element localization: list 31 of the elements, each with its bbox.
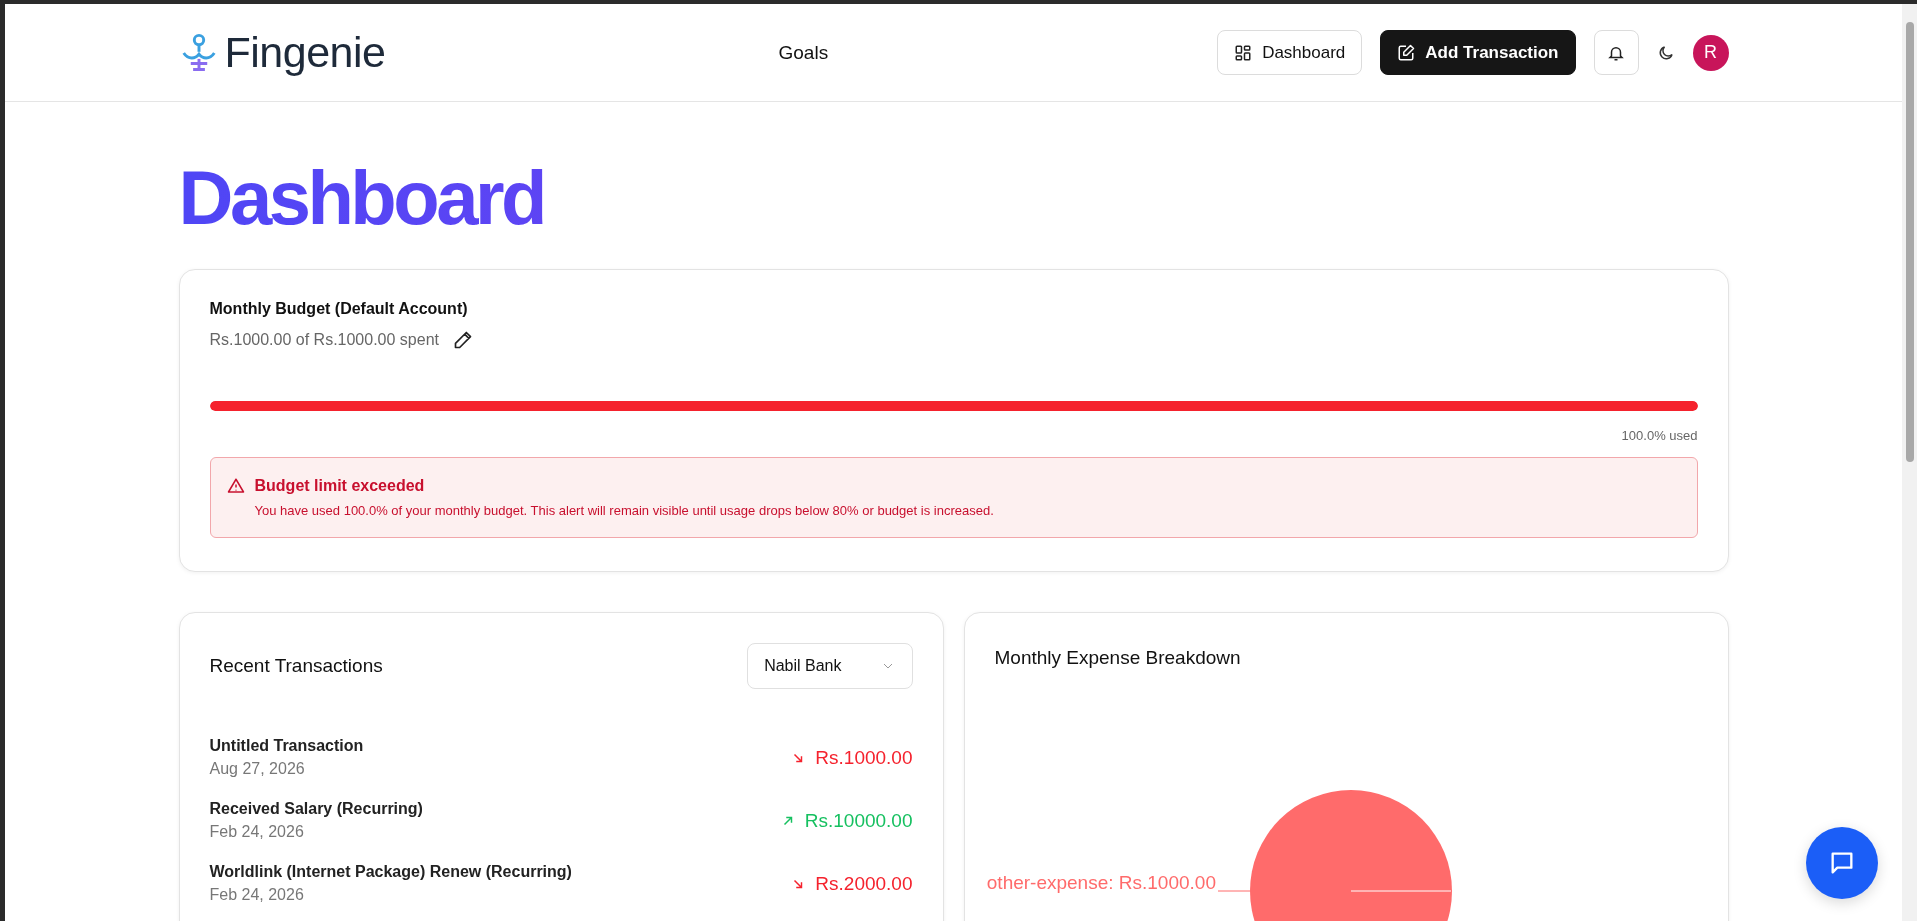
dashboard-button[interactable]: Dashboard bbox=[1217, 30, 1363, 75]
account-select[interactable]: Nabil Bank bbox=[747, 643, 913, 689]
transaction-amount: Rs.2000.00 bbox=[815, 872, 913, 895]
card-title: Recent Transactions bbox=[209, 655, 383, 677]
avatar[interactable]: R bbox=[1692, 34, 1729, 71]
warning-icon bbox=[226, 477, 245, 495]
usage-label: 100.0% used bbox=[1620, 428, 1698, 443]
transaction-title: Received Salary (Recurring) bbox=[209, 800, 423, 818]
card-title: Monthly Expense Breakdown bbox=[994, 647, 1242, 669]
nav-link[interactable]: Goals bbox=[778, 41, 829, 63]
transaction-amount: Rs.10000.00 bbox=[804, 809, 913, 832]
budget-title: Monthly Budget (Default Account) bbox=[209, 300, 469, 318]
transaction-title: Worldlink (Internet Package) Renew (Recurring) bbox=[209, 863, 572, 881]
edit-icon bbox=[1397, 43, 1416, 62]
alert-title: Budget limit exceeded bbox=[254, 477, 425, 495]
transaction-date: Feb 24, 2026 bbox=[209, 823, 305, 841]
notifications-button[interactable] bbox=[1593, 30, 1639, 75]
scrollbar[interactable] bbox=[1902, 4, 1917, 921]
transaction-date: Feb 24, 2026 bbox=[209, 886, 305, 904]
transaction-amount: Rs.1000.00 bbox=[815, 746, 913, 769]
budget-spent: Rs.1000.00 of Rs.1000.00 spent bbox=[209, 331, 439, 349]
leader-line bbox=[1217, 890, 1250, 892]
grid-icon bbox=[1234, 43, 1253, 62]
alert-message: You have used 100.0% of your monthly budget. This alert will remain visible until usage drops below 80% or budget is increased. bbox=[254, 503, 995, 518]
transaction-title: Untitled Transaction bbox=[209, 737, 364, 755]
add-transaction-button[interactable]: Add Transaction bbox=[1380, 30, 1576, 75]
pencil-icon[interactable] bbox=[453, 330, 473, 350]
chat-button[interactable] bbox=[1806, 827, 1878, 899]
transaction-date: Aug 27, 2026 bbox=[209, 760, 306, 778]
slice-label: other-expense: Rs.1000.00 bbox=[986, 872, 1216, 893]
logo-text: Fingenie bbox=[224, 28, 386, 77]
